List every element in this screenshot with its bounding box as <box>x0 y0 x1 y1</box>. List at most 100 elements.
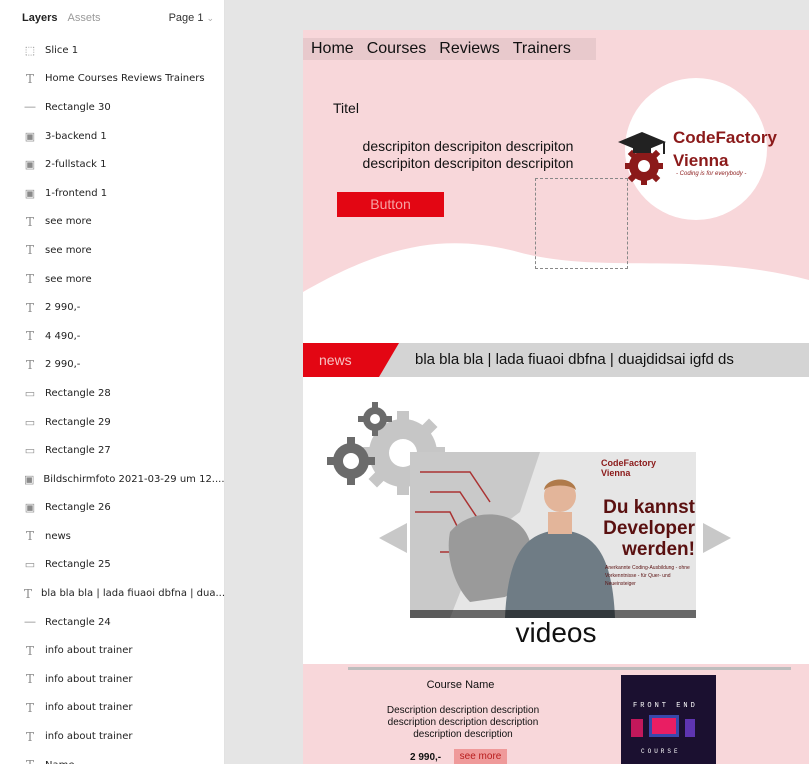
layers-panel: Layers Assets Page 1 ⌄ ⬚ Slice 1 T Home Cou… <box>0 0 225 764</box>
rectangle-icon: ▭ <box>24 416 36 429</box>
video-subtext: Anerkannte Coding-Ausbildung - ohne Vork… <box>605 565 690 587</box>
layer-name: Rectangle 28 <box>45 387 111 399</box>
layer-name: 2 990,- <box>45 302 81 314</box>
news-bar[interactable]: news bla bla bla | lada fiuaoi dbfna | d… <box>303 343 809 377</box>
line-icon: — <box>24 101 36 114</box>
layer-list: ⬚ Slice 1 T Home Courses Reviews Trainers — R… <box>0 36 224 764</box>
course-divider <box>348 667 791 670</box>
nav-home[interactable]: Home <box>311 40 354 58</box>
layer-name: Name <box>45 760 75 764</box>
layer-row[interactable]: — Rectangle 24 <box>0 608 224 637</box>
page-select-label: Page 1 <box>168 12 204 24</box>
hero-title: Titel <box>333 100 359 116</box>
canvas[interactable]: Home Courses Reviews Trainers Titel desc… <box>226 0 809 764</box>
layer-row[interactable]: Tinfo about trainer <box>0 722 224 751</box>
slice-outline[interactable] <box>535 178 628 269</box>
layer-row[interactable]: ▣ Rectangle 26 <box>0 494 224 523</box>
hero-desc-line: descripiton descripiton descripiton <box>362 138 574 154</box>
navbar[interactable]: Home Courses Reviews Trainers <box>303 38 596 60</box>
image-icon: ▣ <box>24 130 36 143</box>
layer-row[interactable]: T Home Courses Reviews Trainers <box>0 65 224 94</box>
logo-text: Vienna <box>673 151 729 170</box>
hero-button[interactable]: Button <box>337 192 444 217</box>
layer-row[interactable]: ▭ Rectangle 29 <box>0 408 224 437</box>
layer-row[interactable]: Tsee more <box>0 265 224 294</box>
layer-row[interactable]: ▣ Bildschirmfoto 2021-03-29 um 12.... <box>0 465 224 494</box>
layer-row[interactable]: Tnews <box>0 522 224 551</box>
text-icon: T <box>25 357 34 372</box>
layer-name: news <box>45 530 71 542</box>
layer-name: Rectangle 27 <box>45 445 111 457</box>
layer-row[interactable]: ▭ Rectangle 28 <box>0 379 224 408</box>
layer-row[interactable]: T 2 990,- <box>0 351 224 380</box>
slice-icon: ⬚ <box>24 44 36 57</box>
chevron-down-icon: ⌄ <box>206 12 214 23</box>
page-select[interactable]: Page 1 ⌄ <box>169 12 214 24</box>
layer-row[interactable]: ▣ 3-backend 1 <box>0 122 224 151</box>
text-icon: T <box>25 529 34 544</box>
layer-row[interactable]: ⬚ Slice 1 <box>0 36 224 65</box>
carousel-next-arrow-icon[interactable] <box>703 523 731 553</box>
carousel-prev-arrow-icon[interactable] <box>379 523 407 553</box>
layer-row[interactable]: T Name <box>0 751 224 764</box>
layer-row[interactable]: Tsee more <box>0 236 224 265</box>
layer-name: 4 490,- <box>45 330 81 342</box>
layer-row[interactable]: ▣ 1-frontend 1 <box>0 179 224 208</box>
layer-row[interactable]: Tinfo about trainer <box>0 694 224 723</box>
nav-trainers[interactable]: Trainers <box>513 40 571 58</box>
image-icon: ▣ <box>24 473 35 486</box>
tab-assets[interactable]: Assets <box>67 12 100 24</box>
nav-reviews[interactable]: Reviews <box>439 40 499 58</box>
course-description: Description description description desc… <box>386 705 540 740</box>
artboard[interactable]: Home Courses Reviews Trainers Titel desc… <box>303 30 809 764</box>
layer-row[interactable]: ▣ 2-fullstack 1 <box>0 150 224 179</box>
course-image-frontend[interactable]: FRONT END COURSE <box>621 675 716 764</box>
video-logo-text: CodeFactory <box>601 458 657 468</box>
layer-row[interactable]: Tinfo about trainer <box>0 636 224 665</box>
hero-description: descripiton descripiton descripiton desc… <box>333 138 603 172</box>
text-icon: T <box>25 243 34 258</box>
layer-row[interactable]: — Rectangle 30 <box>0 93 224 122</box>
text-icon: T <box>24 586 33 601</box>
layer-name: 1-frontend 1 <box>45 187 108 199</box>
layer-name: info about trainer <box>45 731 133 743</box>
image-icon: ▣ <box>24 187 36 200</box>
course-section[interactable]: Course Name Description description desc… <box>303 664 809 764</box>
text-icon: T <box>24 758 36 764</box>
layer-name: Rectangle 26 <box>45 502 111 514</box>
nav-courses[interactable]: Courses <box>367 40 427 58</box>
layer-row[interactable]: T 2 990,- <box>0 293 224 322</box>
image-icon: ▣ <box>24 502 36 515</box>
layer-name: info about trainer <box>45 645 133 657</box>
layer-row[interactable]: ▭ Rectangle 27 <box>0 436 224 465</box>
text-icon: T <box>25 329 34 344</box>
layer-name: Rectangle 29 <box>45 416 111 428</box>
text-icon: T <box>25 672 34 687</box>
layer-row[interactable]: Tinfo about trainer <box>0 665 224 694</box>
layer-row[interactable]: T 4 490,- <box>0 322 224 351</box>
text-icon: T <box>25 214 34 229</box>
layer-row[interactable]: Tbla bla bla | lada fiuaoi dbfna | dua..… <box>0 579 224 608</box>
video-thumbnail[interactable]: CodeFactory Vienna Du kannst Developer w… <box>410 452 696 618</box>
news-label: news <box>319 352 352 368</box>
tab-layers[interactable]: Layers <box>22 12 57 24</box>
logo-tagline: - Coding is for everybody - <box>676 171 747 177</box>
text-icon: T <box>25 700 34 715</box>
layer-name: see more <box>45 216 92 228</box>
hero-section[interactable]: Home Courses Reviews Trainers Titel desc… <box>303 30 809 343</box>
layer-row[interactable]: Tsee more <box>0 208 224 237</box>
see-more-button[interactable]: see more <box>454 749 507 764</box>
layer-name: 3-backend 1 <box>45 130 107 142</box>
line-icon: — <box>24 616 36 629</box>
course-image-art: FRONT END COURSE <box>621 675 716 764</box>
text-icon: T <box>25 272 34 287</box>
codefactory-logo-icon <box>618 132 666 185</box>
text-icon: T <box>25 300 34 315</box>
layer-name: Slice 1 <box>45 44 79 56</box>
layer-name: 2-fullstack 1 <box>45 159 107 171</box>
layer-row[interactable]: ▭ Rectangle 25 <box>0 551 224 580</box>
rectangle-icon: ▭ <box>24 559 36 572</box>
videos-section[interactable]: CodeFactory Vienna Du kannst Developer w… <box>303 377 809 664</box>
course-name: Course Name <box>426 679 495 691</box>
course-image-subtitle: COURSE <box>641 748 681 755</box>
